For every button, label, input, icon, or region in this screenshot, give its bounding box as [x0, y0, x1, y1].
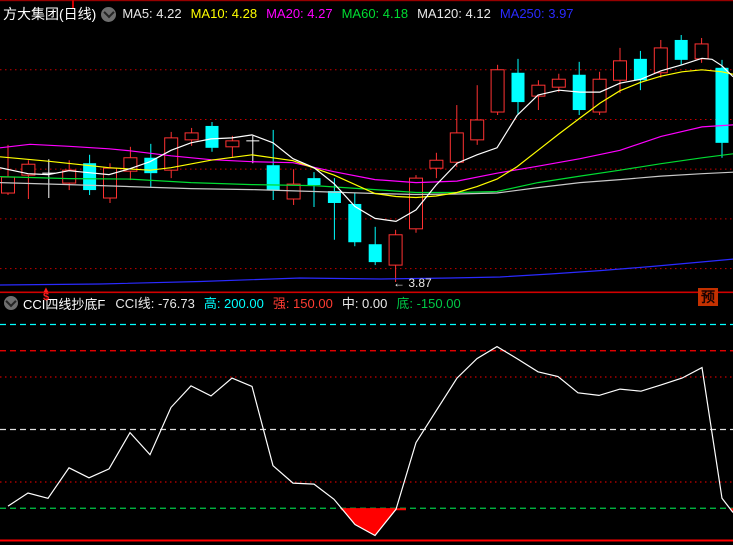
chevron-down-icon: [5, 295, 17, 308]
indicator-field-强: 强: 150.00: [272, 296, 333, 311]
top-red-tick: [72, 0, 74, 8]
candle-body: [205, 125, 219, 148]
candle-body: [694, 43, 709, 60]
candle-body: [1, 176, 15, 194]
candle-body: [613, 60, 627, 81]
candle-body: [490, 69, 505, 113]
candle-body: [144, 157, 158, 174]
dollar-icon: $: [42, 291, 50, 303]
candle-body: [225, 140, 240, 148]
buy-signal-marker: ▲ $: [39, 286, 53, 303]
candle-body: [388, 234, 403, 266]
indicator-field-中: 中: 0.00: [341, 296, 388, 311]
collapse-sub-panel-button[interactable]: [4, 295, 18, 310]
candle-body: [368, 244, 382, 263]
candle-body: [551, 78, 566, 88]
candle-body: [715, 67, 729, 143]
indicator-name: CCI四线抄底F: [23, 296, 106, 312]
indicator-field-底: 底: -150.00: [396, 296, 461, 311]
candle-body: [674, 39, 688, 60]
alert-badge[interactable]: 预: [698, 288, 718, 306]
candle-body: [449, 132, 464, 163]
candle-body: [470, 119, 485, 141]
top-border-line: [0, 0, 733, 2]
candle-body: [307, 178, 321, 186]
candle-body: [184, 132, 199, 141]
ma-line-MA250: [0, 258, 733, 286]
candle-body: [429, 159, 444, 169]
candle-body: [266, 165, 280, 191]
low-price-annotation: ← 3.87: [393, 276, 432, 290]
candle-body: [511, 72, 525, 103]
indicator-field-高: 高: 200.00: [203, 296, 264, 311]
candle-body: [164, 137, 179, 171]
cci-oversold-fill: [341, 508, 397, 536]
cci-line: [7, 345, 733, 537]
panel-bottom-line: [0, 539, 733, 542]
chart-canvas[interactable]: [0, 0, 733, 545]
indicator-field-CCI线: CCI线: -76.73: [115, 296, 195, 311]
indicator-header: CCI四线抄底F CCI线: -76.73 高: 200.00 强: 150.00 中…: [2, 293, 470, 313]
indicator-values: CCI线: -76.73 高: 200.00 强: 150.00 中: 0.00 底: …: [115, 293, 469, 313]
stock-chart-app: 方大集团(日线) MA5: 4.22 MA10: 4.28 MA20: 4.27 MA…: [0, 0, 733, 545]
candle-body: [83, 163, 97, 191]
